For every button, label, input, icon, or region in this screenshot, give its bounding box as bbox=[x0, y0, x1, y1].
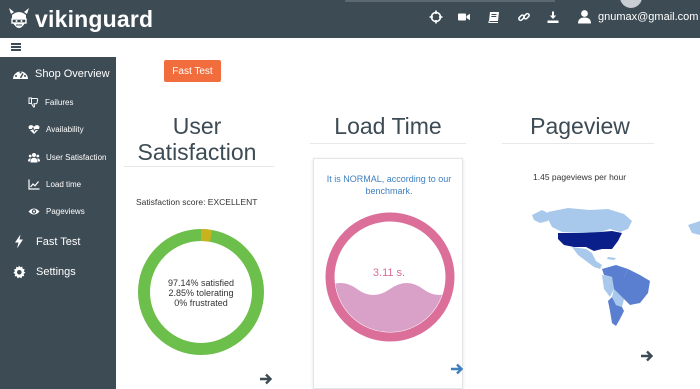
video-icon[interactable] bbox=[457, 10, 471, 24]
map-region-right-edge bbox=[688, 221, 700, 235]
sidebar-item-label: Shop Overview bbox=[35, 68, 110, 80]
sidebar-item-settings[interactable]: Settings bbox=[12, 265, 76, 279]
sidebar-item-pageviews[interactable]: Pageviews bbox=[28, 206, 85, 217]
sidebar-item-label: Availability bbox=[46, 125, 84, 134]
viking-logo-icon bbox=[8, 7, 30, 31]
thumbs-down-icon bbox=[28, 97, 39, 108]
logo[interactable]: vikinguard bbox=[8, 7, 153, 31]
sidebar-item-user-satisfaction[interactable]: User Satisfaction bbox=[28, 152, 106, 163]
satisfaction-title-divider bbox=[124, 166, 274, 167]
frustrated-text: 0% frustrated bbox=[174, 298, 228, 308]
heartbeat-icon bbox=[28, 124, 40, 135]
sidebar-item-label: Settings bbox=[36, 266, 76, 278]
pageview-title-divider bbox=[502, 143, 654, 144]
dashboard-icon bbox=[12, 67, 29, 81]
tolerating-text: 2.85% tolerating bbox=[168, 288, 234, 298]
map-region-peru bbox=[602, 275, 614, 297]
map-region-mexico bbox=[572, 247, 602, 269]
gear-icon bbox=[12, 265, 26, 279]
sub-bar bbox=[0, 38, 700, 57]
sidebar-item-fast-test[interactable]: Fast Test bbox=[14, 234, 80, 249]
satisfied-text: 97.14% satisfied bbox=[167, 278, 235, 288]
load-time-value: 3.11 s. bbox=[372, 267, 406, 279]
pageview-details-arrow-icon[interactable] bbox=[640, 349, 654, 363]
app-name: vikinguard bbox=[35, 6, 154, 32]
user-menu[interactable]: gnumax@gmail.com bbox=[577, 9, 698, 24]
user-email: gnumax@gmail.com bbox=[598, 10, 699, 23]
sidebar-item-label: Pageviews bbox=[46, 207, 85, 216]
sidebar-item-load-time[interactable]: Load time bbox=[28, 179, 81, 190]
download-icon[interactable] bbox=[546, 10, 560, 24]
main-content: Fast Test User Satisfaction Satisfaction… bbox=[116, 57, 700, 389]
load-time-title-divider bbox=[310, 143, 466, 144]
map-region-canada bbox=[548, 208, 632, 233]
pageview-title: Pageview bbox=[530, 113, 630, 139]
satisfaction-title-line2: Satisfaction bbox=[137, 139, 257, 165]
sidebar-item-label: Load time bbox=[46, 180, 82, 189]
load-time-details-arrow-icon[interactable] bbox=[450, 362, 464, 376]
map-region-usa bbox=[558, 231, 622, 251]
pageview-rate: 1.45 pageviews per hour bbox=[533, 172, 627, 182]
satisfaction-title-line1: User bbox=[172, 113, 222, 139]
fast-test-button[interactable]: Fast Test bbox=[164, 60, 221, 82]
map-region-caribbean bbox=[607, 257, 616, 260]
line-chart-icon bbox=[28, 179, 40, 190]
satisfaction-breakdown: 97.14% satisfied 2.85% tolerating 0% fru… bbox=[156, 278, 246, 308]
map-region-alaska bbox=[532, 210, 550, 223]
app-window: vikinguard gnumax@gmail.com Shop Overvie… bbox=[0, 0, 700, 389]
avatar[interactable] bbox=[620, 0, 642, 8]
header-divider bbox=[345, 0, 555, 2]
satisfaction-details-arrow-icon[interactable] bbox=[259, 372, 273, 386]
map-region-northern-south-america bbox=[602, 265, 628, 277]
load-time-title: Load Time bbox=[334, 113, 442, 139]
crosshair-icon[interactable] bbox=[429, 10, 443, 24]
sidebar-item-label: Failures bbox=[45, 98, 74, 107]
sidebar-item-failures[interactable]: Failures bbox=[28, 97, 73, 108]
sidebar-item-label: Fast Test bbox=[36, 235, 81, 248]
load-time-benchmark-note: It is NORMAL, according to our benchmark… bbox=[326, 174, 452, 196]
users-icon bbox=[28, 152, 40, 163]
sidebar: Shop Overview Failures Availability User… bbox=[0, 57, 116, 389]
satisfaction-title: User Satisfaction bbox=[130, 113, 264, 165]
top-bar: vikinguard gnumax@gmail.com bbox=[0, 0, 700, 38]
user-icon bbox=[577, 9, 592, 24]
sidebar-item-shop-overview[interactable]: Shop Overview bbox=[12, 67, 110, 81]
eye-icon bbox=[28, 206, 40, 217]
satisfaction-score: Satisfaction score: EXCELLENT bbox=[136, 197, 258, 207]
link-icon[interactable] bbox=[517, 10, 531, 24]
pageview-world-map bbox=[532, 208, 700, 326]
load-time-card: It is NORMAL, according to our benchmark… bbox=[313, 158, 464, 389]
sidebar-item-availability[interactable]: Availability bbox=[28, 124, 84, 135]
book-icon[interactable] bbox=[487, 10, 501, 24]
sidebar-item-label: User Satisfaction bbox=[46, 153, 107, 162]
bolt-icon bbox=[14, 234, 24, 249]
hamburger-menu-icon[interactable] bbox=[11, 43, 21, 51]
